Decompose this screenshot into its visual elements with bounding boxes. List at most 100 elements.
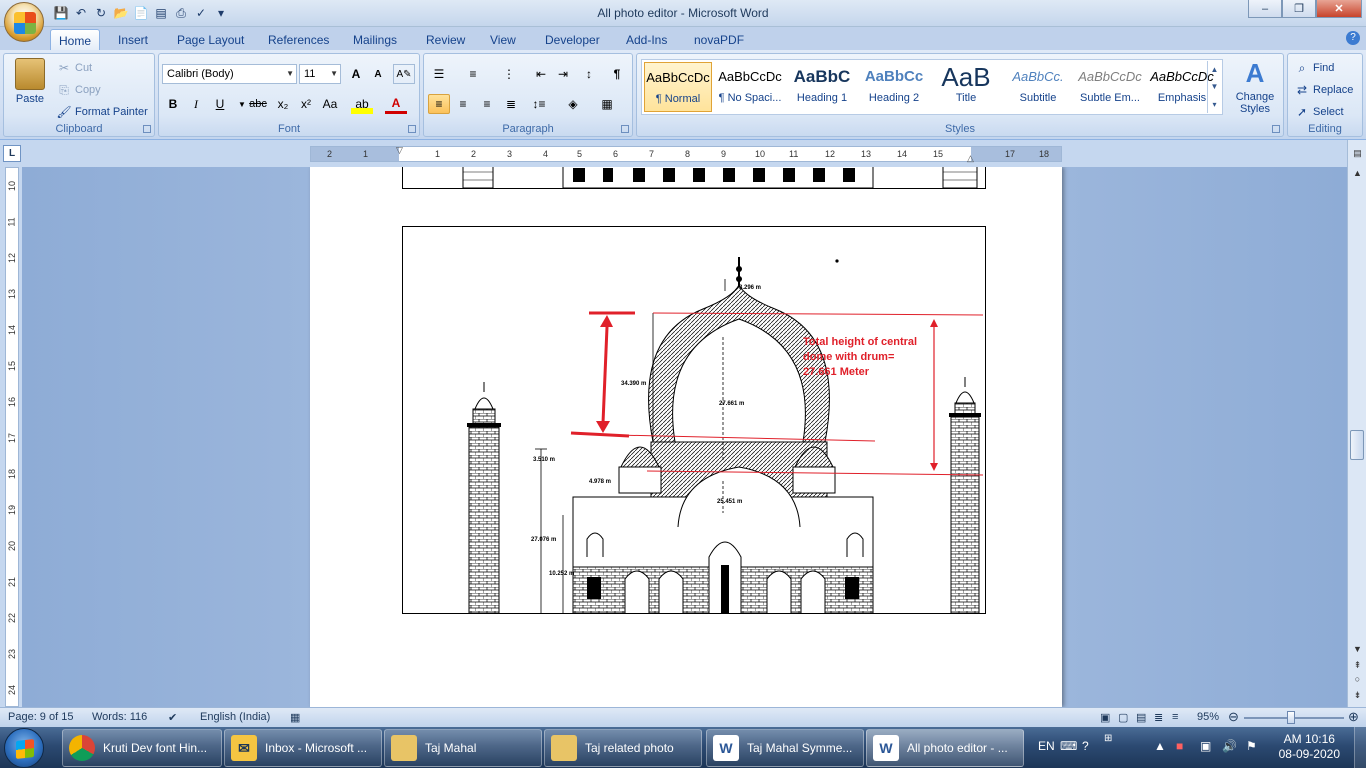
start-button[interactable] — [4, 728, 44, 768]
draft-icon[interactable]: ≡ — [1172, 711, 1178, 723]
word-count[interactable]: Words: 116 — [92, 711, 147, 723]
style-no-spacing[interactable]: AaBbCcDc ¶ No Spaci... — [716, 62, 784, 112]
bold-button[interactable]: B — [162, 94, 184, 114]
numbering-icon[interactable]: ≡ — [462, 64, 484, 84]
tab-insert[interactable]: Insert — [110, 29, 156, 50]
scroll-down-icon[interactable]: ▼ — [1348, 644, 1366, 654]
format-painter-button[interactable]: 🖌 Format Painter — [56, 104, 147, 120]
web-layout-icon[interactable]: ▤ — [1136, 711, 1146, 724]
print-layout-icon[interactable]: ▣ — [1100, 711, 1110, 724]
style-normal[interactable]: AaBbCcDc ¶ Normal — [644, 62, 712, 112]
styles-launcher-icon[interactable] — [1272, 125, 1280, 133]
action-center-icon[interactable]: ⚑ — [1246, 739, 1257, 753]
borders-icon[interactable]: ▦ — [596, 94, 618, 114]
scrollbar-thumb[interactable] — [1350, 430, 1364, 460]
justify-icon[interactable]: ≣ — [500, 94, 522, 114]
sort-icon[interactable]: ↕ — [578, 64, 600, 84]
document-page[interactable]: 8.296 m 34.390 m 27.661 m 3.510 m 4.978 … — [310, 167, 1062, 707]
zoom-slider-thumb[interactable] — [1287, 711, 1295, 724]
cut-button[interactable]: ✂ Cut — [56, 60, 92, 76]
horizontal-ruler[interactable]: 2 1 1 2 3 4 5 6 7 8 9 10 11 12 13 14 15 … — [310, 145, 1062, 164]
ime-icon[interactable]: ⊞ — [1104, 733, 1112, 744]
keyboard-icon[interactable]: ⌨ — [1060, 739, 1077, 753]
volume-icon[interactable]: 🔊 — [1222, 739, 1237, 753]
chevron-down-icon[interactable]: ▼ — [1211, 82, 1219, 91]
language-indicator[interactable]: English (India) — [200, 711, 270, 723]
paste-button[interactable]: Paste — [10, 58, 50, 105]
restore-button[interactable]: ❐ — [1282, 0, 1316, 18]
taskbar-item-folder-taj-mahal[interactable]: Taj Mahal — [384, 729, 542, 767]
zoom-in-icon[interactable]: ⊕ — [1348, 709, 1359, 725]
outline-icon[interactable]: ≣ — [1154, 711, 1163, 724]
style-title[interactable]: AaB Title — [932, 62, 1000, 112]
shrink-font-button[interactable]: A — [367, 64, 389, 84]
taskbar-item-folder-taj-related[interactable]: Taj related photo — [544, 729, 702, 767]
first-line-indent-marker[interactable]: ▽ — [396, 145, 403, 156]
full-screen-reading-icon[interactable]: ▢ — [1118, 711, 1128, 724]
proofing-icon[interactable]: ✔ — [168, 711, 177, 724]
tab-review[interactable]: Review — [418, 29, 473, 50]
vertical-scrollbar[interactable]: ▤ ▲ ▼ ⇞ ○ ⇟ — [1347, 140, 1366, 707]
scroll-up-icon[interactable]: ▲ — [1348, 168, 1366, 178]
security-alert-icon[interactable]: ■ — [1176, 739, 1183, 753]
highlight-icon[interactable]: ab — [351, 94, 373, 114]
select-browse-object-icon[interactable]: ○ — [1348, 674, 1366, 684]
change-case-button[interactable]: Aa — [319, 94, 341, 114]
tab-page-layout[interactable]: Page Layout — [169, 29, 252, 50]
clipboard-launcher-icon[interactable] — [143, 125, 151, 133]
network-icon[interactable]: ▣ — [1200, 739, 1211, 753]
tab-developer[interactable]: Developer — [537, 29, 608, 50]
tab-selector[interactable]: L — [3, 145, 21, 162]
style-heading-1[interactable]: AaBbC Heading 1 — [788, 62, 856, 112]
font-size-select[interactable]: 11 ▼ — [299, 64, 341, 84]
strikethrough-button[interactable]: abc — [245, 94, 271, 114]
taskbar-item-chrome[interactable]: Kruti Dev font Hin... — [62, 729, 222, 767]
style-subtitle[interactable]: AaBbCc. Subtitle — [1004, 62, 1072, 112]
select-button[interactable]: ➚ Select — [1294, 104, 1344, 120]
taskbar-item-outlook[interactable]: ✉ Inbox - Microsoft ... — [224, 729, 382, 767]
office-button[interactable] — [4, 2, 44, 42]
previous-image[interactable] — [402, 167, 986, 189]
shading-icon[interactable]: ◈ — [562, 94, 584, 114]
styles-scroll[interactable]: ▲ ▼ ▾ — [1207, 61, 1221, 113]
ruler-toggle-icon[interactable]: ▤ — [1348, 148, 1366, 159]
copy-button[interactable]: ⎘ Copy — [56, 82, 101, 98]
find-button[interactable]: ⌕ Find — [1294, 60, 1335, 76]
style-heading-2[interactable]: AaBbCc Heading 2 — [860, 62, 928, 112]
increase-indent-icon[interactable]: ⇥ — [552, 64, 574, 84]
previous-page-icon[interactable]: ⇞ — [1348, 660, 1366, 671]
replace-button[interactable]: ⇄ Replace — [1294, 82, 1353, 98]
taskbar-item-word-active[interactable]: W All photo editor - ... — [866, 729, 1024, 767]
tab-home[interactable]: Home — [50, 29, 101, 50]
font-family-select[interactable]: Calibri (Body) ▼ — [162, 64, 297, 84]
superscript-button[interactable]: x² — [295, 94, 317, 114]
align-right-icon[interactable]: ≡ — [476, 94, 498, 114]
paragraph-launcher-icon[interactable] — [621, 125, 629, 133]
close-button[interactable]: ✕ — [1316, 0, 1362, 18]
tab-mailings[interactable]: Mailings — [345, 29, 405, 50]
taj-mahal-elevation-image[interactable]: 8.296 m 34.390 m 27.661 m 3.510 m 4.978 … — [402, 226, 986, 614]
grow-font-button[interactable]: A — [345, 64, 367, 84]
macro-icon[interactable]: ▦ — [290, 711, 300, 724]
right-indent-marker[interactable]: △ — [967, 153, 974, 164]
style-subtle-emphasis[interactable]: AaBbCcDc Subtle Em... — [1076, 62, 1144, 112]
zoom-out-icon[interactable]: ⊖ — [1228, 709, 1239, 725]
italic-button[interactable]: I — [185, 94, 207, 114]
subscript-button[interactable]: x₂ — [272, 94, 294, 114]
underline-button[interactable]: U — [209, 94, 231, 114]
clear-formatting-icon[interactable]: A✎ — [393, 64, 415, 84]
align-left-icon[interactable]: ≡ — [428, 94, 450, 114]
vertical-ruler[interactable]: 10 11 12 13 14 15 16 17 18 19 20 21 22 2… — [0, 167, 22, 707]
tab-view[interactable]: View — [482, 29, 524, 50]
style-emphasis[interactable]: AaBbCcDc Emphasis — [1148, 62, 1216, 112]
change-styles-button[interactable]: A Change Styles — [1227, 58, 1283, 115]
multilevel-list-icon[interactable]: ⋮ — [498, 64, 520, 84]
next-page-icon[interactable]: ⇟ — [1348, 690, 1366, 701]
clock[interactable]: AM 10:16 08-09-2020 — [1279, 732, 1340, 762]
help-icon[interactable]: ? — [1346, 31, 1360, 45]
line-spacing-icon[interactable]: ↕≡ — [528, 94, 550, 114]
font-color-button[interactable]: A — [385, 94, 407, 114]
more-icon[interactable]: ▾ — [1212, 100, 1216, 109]
align-center-icon[interactable]: ≡ — [452, 94, 474, 114]
decrease-indent-icon[interactable]: ⇤ — [530, 64, 552, 84]
